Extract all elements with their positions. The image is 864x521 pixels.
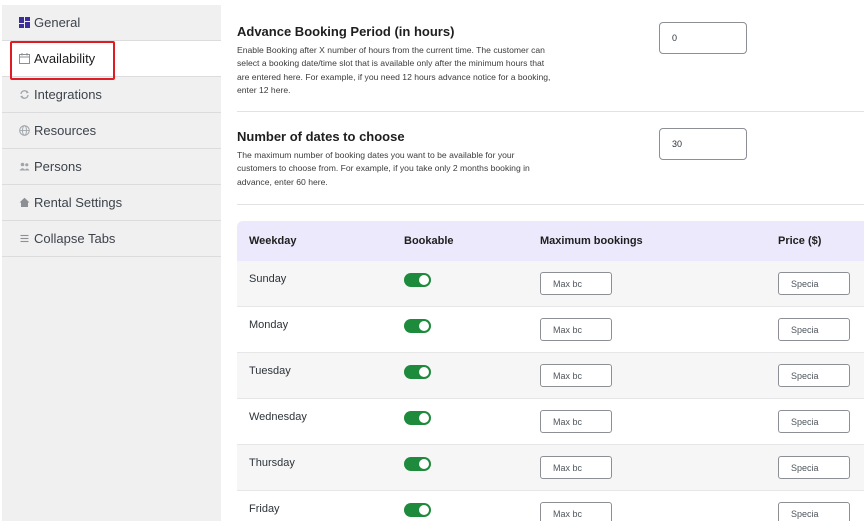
price-input[interactable]: Specia: [778, 410, 850, 433]
sidebar-item-resources[interactable]: Resources: [2, 113, 221, 149]
toggle-knob: [419, 321, 429, 331]
weekday-label: Tuesday: [249, 365, 291, 377]
sidebar-item-label: General: [34, 15, 81, 30]
advance-booking-description: Enable Booking after X number of hours f…: [237, 45, 551, 95]
home-icon: [18, 197, 30, 209]
calendar-icon: [18, 53, 30, 65]
table-row: Wednesday Max bc Specia: [237, 399, 864, 445]
sidebar-tabs: General Availability Integrations Resour…: [2, 5, 221, 521]
sidebar-item-rental-settings[interactable]: Rental Settings: [2, 185, 221, 221]
table-row: Tuesday Max bc Specia: [237, 353, 864, 399]
weekday-label: Sunday: [249, 273, 287, 285]
max-bookings-input[interactable]: Max bc: [540, 318, 612, 341]
menu-icon: [18, 233, 30, 245]
bookable-toggle[interactable]: [404, 319, 431, 333]
sidebar-item-label: Availability: [34, 51, 96, 66]
dates-to-choose-title: Number of dates to choose: [237, 129, 405, 144]
dates-to-choose-setting: Number of dates to choose The maximum nu…: [237, 128, 864, 205]
toggle-knob: [419, 459, 429, 469]
weekday-table: Weekday Bookable Maximum bookings Price …: [237, 221, 864, 521]
sidebar: General Availability Integrations Resour…: [0, 0, 222, 521]
header-price: Price ($): [778, 235, 822, 247]
price-input[interactable]: Specia: [778, 318, 850, 341]
toggle-knob: [419, 367, 429, 377]
globe-icon: [18, 125, 30, 137]
header-max-bookings: Maximum bookings: [540, 235, 643, 247]
max-bookings-input[interactable]: Max bc: [540, 410, 612, 433]
toggle-knob: [419, 505, 429, 515]
bookable-toggle[interactable]: [404, 457, 431, 471]
main-panel: Advance Booking Period (in hours) Enable…: [222, 0, 864, 521]
sidebar-item-label: Resources: [34, 123, 97, 138]
bookable-toggle[interactable]: [404, 273, 431, 287]
advance-booking-title: Advance Booking Period (in hours): [237, 24, 455, 39]
weekday-label: Thursday: [249, 457, 295, 469]
weekday-label: Wednesday: [249, 411, 307, 423]
sidebar-item-collapse-tabs[interactable]: Collapse Tabs: [2, 221, 221, 257]
bookable-toggle[interactable]: [404, 411, 431, 425]
price-input[interactable]: Specia: [778, 456, 850, 479]
sidebar-item-label: Integrations: [34, 87, 102, 102]
grid-icon: [18, 17, 30, 29]
advance-booking-setting: Advance Booking Period (in hours) Enable…: [237, 22, 864, 112]
weekday-label: Monday: [249, 319, 289, 331]
sidebar-item-integrations[interactable]: Integrations: [2, 77, 221, 113]
max-bookings-input[interactable]: Max bc: [540, 502, 612, 521]
max-bookings-input[interactable]: Max bc: [540, 364, 612, 387]
price-input[interactable]: Specia: [778, 272, 850, 295]
toggle-knob: [419, 413, 429, 423]
sync-icon: [18, 89, 30, 101]
table-row: Monday Max bc Specia: [237, 307, 864, 353]
sidebar-item-general[interactable]: General: [2, 5, 221, 41]
max-bookings-input[interactable]: Max bc: [540, 456, 612, 479]
toggle-knob: [419, 275, 429, 285]
header-weekday: Weekday: [249, 235, 297, 247]
sidebar-item-availability[interactable]: Availability: [2, 41, 221, 77]
bookable-toggle[interactable]: [404, 503, 431, 517]
advance-booking-input[interactable]: 0: [659, 22, 747, 54]
weekday-label: Friday: [249, 503, 280, 515]
table-row: Thursday Max bc Specia: [237, 445, 864, 491]
max-bookings-input[interactable]: Max bc: [540, 272, 612, 295]
dates-to-choose-description: The maximum number of booking dates you …: [237, 150, 530, 187]
sidebar-item-label: Collapse Tabs: [34, 231, 116, 246]
sidebar-item-persons[interactable]: Persons: [2, 149, 221, 185]
dates-to-choose-input[interactable]: 30: [659, 128, 747, 160]
sidebar-item-label: Rental Settings: [34, 195, 123, 210]
table-row: Sunday Max bc Specia: [237, 261, 864, 307]
people-icon: [18, 161, 30, 173]
header-bookable: Bookable: [404, 235, 454, 247]
price-input[interactable]: Specia: [778, 364, 850, 387]
price-input[interactable]: Specia: [778, 502, 850, 521]
table-header: Weekday Bookable Maximum bookings Price …: [237, 221, 864, 261]
sidebar-item-label: Persons: [34, 159, 82, 174]
bookable-toggle[interactable]: [404, 365, 431, 379]
table-row: Friday Max bc Specia: [237, 491, 864, 521]
